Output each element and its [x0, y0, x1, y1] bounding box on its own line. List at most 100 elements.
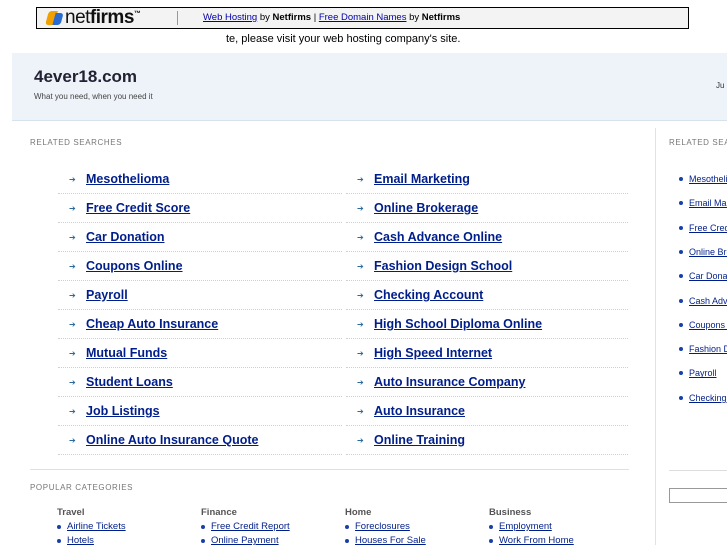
- related-search-link[interactable]: Job Listings: [86, 404, 160, 418]
- related-search-link[interactable]: Fashion Design School: [374, 259, 512, 273]
- arrow-right-icon: ➔: [357, 377, 364, 387]
- related-search-link[interactable]: Car Donation: [86, 230, 164, 244]
- popular-category-item[interactable]: Free Credit Report: [201, 521, 290, 532]
- related-search-link[interactable]: Auto Insurance: [374, 404, 465, 418]
- related-search-link[interactable]: Payroll: [86, 288, 128, 302]
- popular-category-item[interactable]: Airline Tickets: [57, 521, 126, 532]
- bullet-icon: [679, 177, 683, 181]
- related-search-item[interactable]: ➔ High School Diploma Online: [346, 310, 628, 339]
- related-search-link[interactable]: Online Training: [374, 433, 465, 447]
- sidebar-related-link[interactable]: Online Brokerage: [689, 247, 727, 257]
- sidebar-related-item[interactable]: Email Marketing: [679, 198, 727, 208]
- related-search-item[interactable]: ➔ High Speed Internet: [346, 339, 628, 368]
- popular-category-item[interactable]: Online Payment: [201, 535, 290, 546]
- related-search-item[interactable]: ➔ Online Auto Insurance Quote: [58, 426, 342, 455]
- related-search-item[interactable]: ➔ Car Donation: [58, 223, 342, 252]
- sidebar-related-item[interactable]: Cash Advance Online: [679, 296, 727, 306]
- sidebar-related-item[interactable]: Coupons Online: [679, 320, 727, 330]
- related-search-link[interactable]: Mesothelioma: [86, 172, 169, 186]
- related-search-item[interactable]: ➔ Cheap Auto Insurance: [58, 310, 342, 339]
- popular-category-link[interactable]: Foreclosures: [355, 521, 410, 532]
- sidebar-related-link[interactable]: Checking Account: [689, 393, 727, 403]
- web-hosting-link[interactable]: Web Hosting: [203, 12, 257, 23]
- popular-category-link[interactable]: Houses For Sale: [355, 535, 426, 546]
- sidebar-divider: [669, 470, 727, 471]
- sidebar-related-link[interactable]: Payroll: [689, 368, 717, 378]
- related-search-item[interactable]: ➔ Auto Insurance: [346, 397, 628, 426]
- popular-category-link[interactable]: Airline Tickets: [67, 521, 126, 532]
- related-search-link[interactable]: Student Loans: [86, 375, 173, 389]
- netfirms-logo[interactable]: netfirms™: [47, 7, 141, 28]
- popular-category-item[interactable]: Foreclosures: [345, 521, 426, 532]
- related-search-item[interactable]: ➔ Student Loans: [58, 368, 342, 397]
- popular-category-item[interactable]: Houses For Sale: [345, 535, 426, 546]
- related-search-link[interactable]: Online Brokerage: [374, 201, 478, 215]
- related-search-item[interactable]: ➔ Payroll: [58, 281, 342, 310]
- related-search-item[interactable]: ➔ Fashion Design School: [346, 252, 628, 281]
- sidebar-related-item[interactable]: Fashion Design School: [679, 344, 727, 354]
- related-search-link[interactable]: Online Auto Insurance Quote: [86, 433, 258, 447]
- sidebar-related-item[interactable]: Car Donation: [679, 271, 727, 281]
- related-search-item[interactable]: ➔ Cash Advance Online: [346, 223, 628, 252]
- bullet-icon: [679, 249, 683, 254]
- related-search-link[interactable]: High School Diploma Online: [374, 317, 542, 331]
- sidebar-related-link[interactable]: Fashion Design School: [689, 344, 727, 354]
- sidebar-search-input[interactable]: [669, 488, 727, 503]
- related-search-item[interactable]: ➔ Mutual Funds: [58, 339, 342, 368]
- related-search-link[interactable]: Email Marketing: [374, 172, 470, 186]
- bullet-icon: [489, 539, 493, 543]
- popular-category-column: Home Foreclosures Houses For Sale: [345, 507, 426, 546]
- related-search-item[interactable]: ➔ Checking Account: [346, 281, 628, 310]
- popular-categories-label: POPULAR CATEGORIES: [30, 483, 134, 492]
- related-search-link[interactable]: Auto Insurance Company: [374, 375, 525, 389]
- popular-category-link[interactable]: Employment: [499, 521, 552, 532]
- banner-separator: [177, 11, 178, 25]
- arrow-right-icon: ➔: [357, 261, 364, 271]
- sidebar-related-link[interactable]: Cash Advance Online: [689, 296, 727, 306]
- related-search-item[interactable]: ➔ Free Credit Score: [58, 194, 342, 223]
- arrow-right-icon: ➔: [69, 348, 76, 358]
- related-search-link[interactable]: Mutual Funds: [86, 346, 167, 360]
- popular-category-link[interactable]: Online Payment: [211, 535, 279, 546]
- related-search-link[interactable]: Checking Account: [374, 288, 483, 302]
- related-search-link[interactable]: Cheap Auto Insurance: [86, 317, 218, 331]
- banner-pipe: |: [311, 12, 319, 23]
- arrow-right-icon: ➔: [69, 319, 76, 329]
- related-search-item[interactable]: ➔ Coupons Online: [58, 252, 342, 281]
- sidebar-related-item[interactable]: Mesothelioma: [679, 174, 727, 184]
- popular-category-link[interactable]: Work From Home: [499, 535, 574, 546]
- sidebar-related-link[interactable]: Car Donation: [689, 271, 727, 281]
- sidebar-related-link[interactable]: Free Credit Score: [689, 223, 727, 233]
- bullet-icon: [345, 539, 349, 543]
- related-search-item[interactable]: ➔ Online Training: [346, 426, 628, 455]
- bullet-icon: [679, 371, 683, 376]
- related-search-link[interactable]: Free Credit Score: [86, 201, 190, 215]
- logo-text-net: net: [65, 7, 90, 28]
- sidebar-related-item[interactable]: Checking Account: [679, 393, 727, 403]
- free-domain-names-link[interactable]: Free Domain Names: [319, 12, 407, 23]
- sidebar-related-link[interactable]: Coupons Online: [689, 320, 727, 330]
- popular-category-link[interactable]: Hotels: [67, 535, 94, 546]
- related-search-link[interactable]: Coupons Online: [86, 259, 183, 273]
- related-search-item[interactable]: ➔ Email Marketing: [346, 165, 628, 194]
- related-search-item[interactable]: ➔ Online Brokerage: [346, 194, 628, 223]
- bullet-icon: [679, 322, 683, 327]
- sidebar-related-item[interactable]: Online Brokerage: [679, 247, 727, 257]
- related-search-item[interactable]: ➔ Mesothelioma: [58, 165, 342, 194]
- related-search-link[interactable]: High Speed Internet: [374, 346, 492, 360]
- related-search-item[interactable]: ➔ Auto Insurance Company: [346, 368, 628, 397]
- popular-category-title: Business: [489, 507, 532, 518]
- popular-category-item[interactable]: Work From Home: [489, 535, 574, 546]
- arrow-right-icon: ➔: [69, 406, 76, 416]
- sidebar-related-item[interactable]: Payroll: [679, 368, 717, 378]
- popular-category-column: Travel Airline Tickets Hotels: [57, 507, 126, 546]
- related-search-link[interactable]: Cash Advance Online: [374, 230, 502, 244]
- popular-category-link[interactable]: Free Credit Report: [211, 521, 290, 532]
- sidebar-related-link[interactable]: Email Marketing: [689, 198, 727, 208]
- sidebar-related-item[interactable]: Free Credit Score: [679, 223, 727, 233]
- sidebar-related-link[interactable]: Mesothelioma: [689, 174, 727, 184]
- popular-category-item[interactable]: Hotels: [57, 535, 126, 546]
- related-search-item[interactable]: ➔ Job Listings: [58, 397, 342, 426]
- popular-category-item[interactable]: Employment: [489, 521, 574, 532]
- bullet-icon: [679, 274, 683, 279]
